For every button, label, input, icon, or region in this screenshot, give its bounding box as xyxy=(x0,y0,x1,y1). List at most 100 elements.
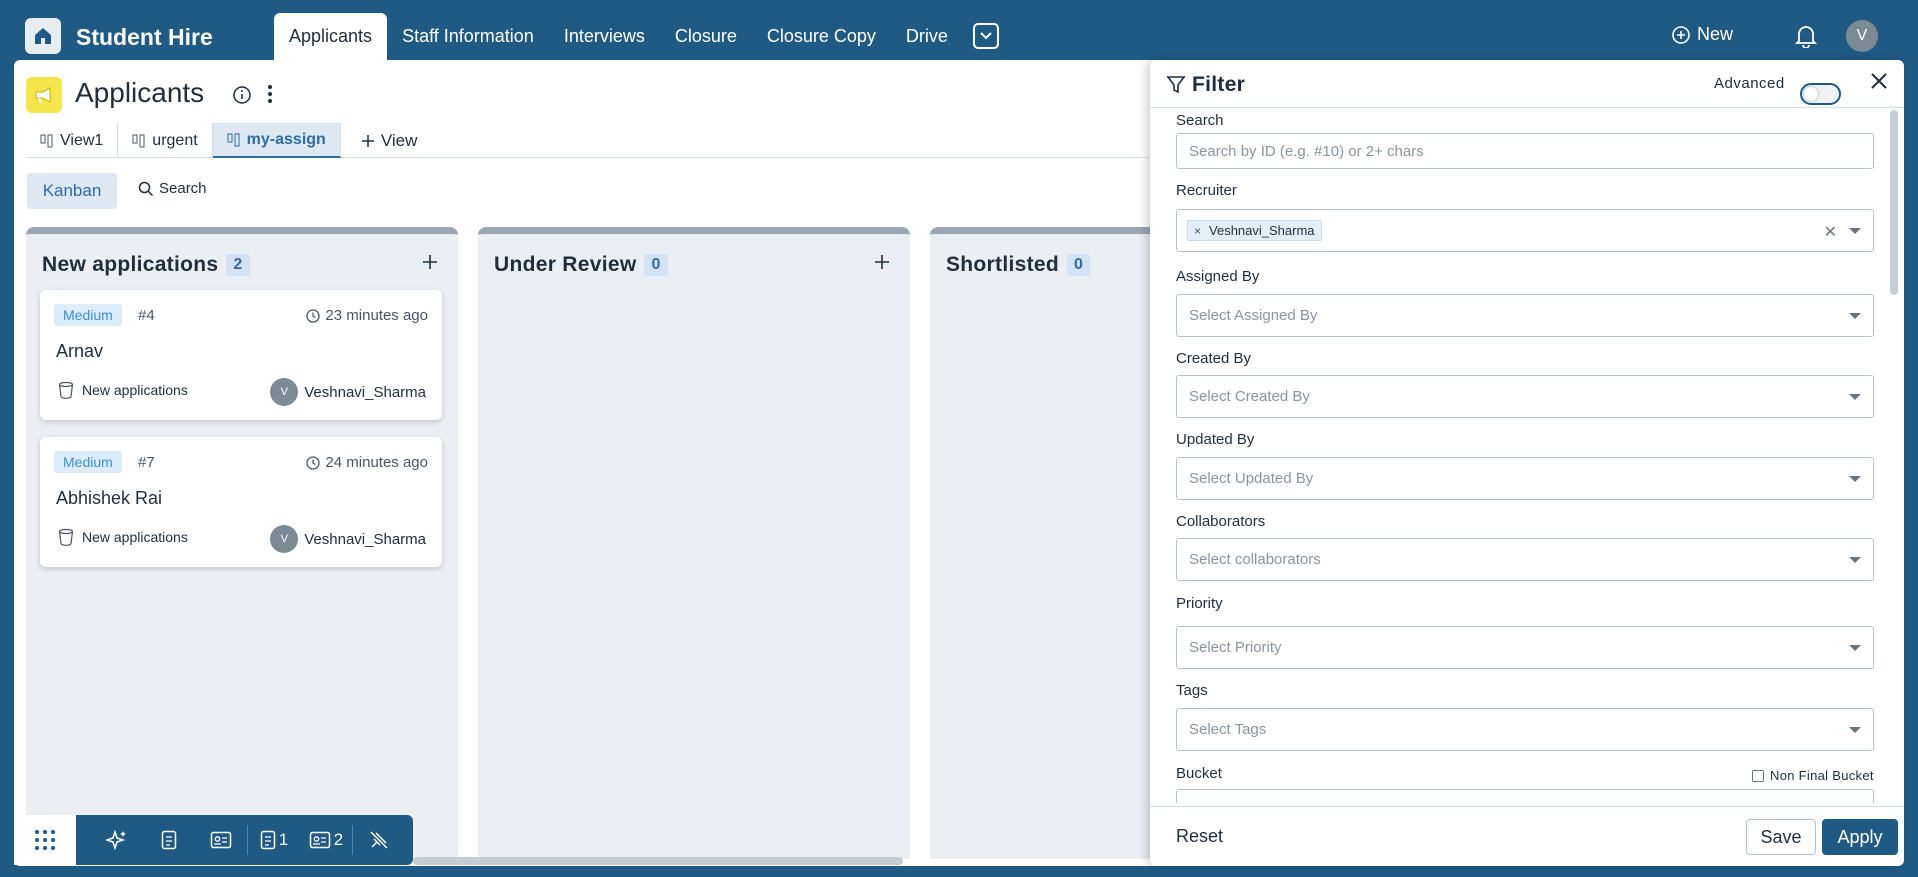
user-avatar[interactable]: V xyxy=(1846,20,1878,52)
tags-label: Tags xyxy=(1176,682,1208,699)
add-view-label: View xyxy=(380,130,418,150)
collaborators-placeholder: Select collaborators xyxy=(1189,551,1321,568)
cards-count-button[interactable]: 2 xyxy=(300,815,352,865)
view-tab-label: my-assign xyxy=(246,130,326,148)
filter-header: Filter Advanced xyxy=(1150,60,1904,108)
pin-off-icon xyxy=(370,831,388,849)
collaborators-label: Collaborators xyxy=(1176,513,1266,530)
priority-placeholder: Select Priority xyxy=(1189,639,1282,656)
card-bucket: New applications xyxy=(58,528,188,546)
assigned-by-select[interactable]: Select Assigned By xyxy=(1176,294,1874,337)
updated-by-label: Updated By xyxy=(1176,431,1255,448)
assignee-name: Veshnavi_Sharma xyxy=(304,383,426,401)
card-assignee: V Veshnavi_Sharma xyxy=(270,378,426,406)
dropdown-caret-icon xyxy=(1849,726,1861,733)
kanban-toggle-button[interactable]: Kanban xyxy=(27,173,117,209)
nav-tab-staff-information[interactable]: Staff Information xyxy=(387,13,549,60)
nav-tab-interviews[interactable]: Interviews xyxy=(549,13,660,60)
notifications-button[interactable] xyxy=(1794,24,1818,53)
dropdown-caret-icon xyxy=(1849,227,1861,234)
card-time-text: 24 minutes ago xyxy=(325,454,428,471)
more-options-icon[interactable] xyxy=(266,84,274,109)
save-button[interactable]: Save xyxy=(1746,819,1816,855)
board-search-button[interactable]: Search xyxy=(138,180,207,197)
nav-tab-applicants[interactable]: Applicants xyxy=(274,13,388,60)
documents-count-button[interactable]: 1 xyxy=(248,815,300,865)
applicants-page: Applicants View1 urgent my-assign View K… xyxy=(14,60,1158,866)
created-by-label: Created By xyxy=(1176,350,1252,367)
advanced-toggle[interactable] xyxy=(1800,83,1841,105)
apply-button[interactable]: Apply xyxy=(1822,819,1898,855)
new-button[interactable]: New xyxy=(1671,24,1733,45)
reset-button[interactable]: Reset xyxy=(1176,826,1223,847)
column-title: New applications xyxy=(42,253,219,276)
chevron-down-icon xyxy=(980,32,992,40)
add-card-button[interactable] xyxy=(874,254,890,275)
ai-sparkle-button[interactable] xyxy=(91,815,143,865)
clock-icon xyxy=(306,308,321,323)
nav-tab-closure-copy[interactable]: Closure Copy xyxy=(752,13,891,60)
filter-search-input[interactable]: Search by ID (e.g. #10) or 2+ chars xyxy=(1176,133,1874,169)
priority-select[interactable]: Select Priority xyxy=(1176,626,1874,669)
card-bucket: New applications xyxy=(58,381,188,399)
search-icon xyxy=(138,181,154,196)
priority-badge: Medium xyxy=(54,451,122,473)
clock-icon xyxy=(306,455,321,470)
recruiter-select[interactable]: × Veshnavi_Sharma ✕ xyxy=(1176,209,1874,252)
collaborators-select[interactable]: Select collaborators xyxy=(1176,538,1874,581)
tags-select[interactable]: Select Tags xyxy=(1176,708,1874,751)
document-button[interactable] xyxy=(143,815,195,865)
documents-count: 1 xyxy=(278,830,289,849)
recruiter-chip[interactable]: × Veshnavi_Sharma xyxy=(1187,220,1322,241)
column-count-badge: 0 xyxy=(1066,254,1091,276)
checkbox[interactable] xyxy=(1752,769,1764,782)
view-tab-label: View1 xyxy=(60,131,104,149)
dropdown-caret-icon xyxy=(1849,475,1861,482)
nav-tab-closure[interactable]: Closure xyxy=(660,13,752,60)
close-filter-button[interactable] xyxy=(1870,72,1888,95)
view-tab-urgent[interactable]: urgent xyxy=(118,123,213,158)
document-icon xyxy=(161,830,177,850)
nav-tab-drive[interactable]: Drive xyxy=(891,13,963,60)
applicant-card[interactable]: Medium #7 24 minutes ago Abhishek Rai Ne… xyxy=(40,437,442,567)
horizontal-scrollbar[interactable] xyxy=(413,857,903,865)
unpin-button[interactable] xyxy=(353,815,405,865)
dropdown-caret-icon xyxy=(1849,644,1861,651)
applicant-card[interactable]: Medium #4 23 minutes ago Arnav New appli… xyxy=(40,290,442,420)
bucket-icon xyxy=(58,381,74,399)
clear-selection-icon[interactable]: ✕ xyxy=(1824,222,1837,242)
add-card-button[interactable] xyxy=(422,254,438,275)
id-card-icon xyxy=(210,831,232,849)
chip-remove-icon[interactable]: × xyxy=(1194,224,1201,238)
info-icon[interactable] xyxy=(232,85,252,110)
nav-more-button[interactable] xyxy=(973,23,999,49)
plus-circle-icon xyxy=(1672,25,1690,44)
plus-icon xyxy=(361,134,374,147)
megaphone-icon xyxy=(26,77,62,113)
add-view-button[interactable]: View xyxy=(341,123,438,158)
search-field-label: Search xyxy=(1176,112,1224,129)
contact-card-button[interactable] xyxy=(195,815,247,865)
non-final-bucket-checkbox[interactable]: Non Final Bucket xyxy=(1752,768,1874,783)
view-tab-my-assign[interactable]: my-assign xyxy=(212,123,341,158)
dropdown-caret-icon xyxy=(1849,556,1861,563)
sparkle-icon xyxy=(106,829,126,851)
view-tab-view1[interactable]: View1 xyxy=(26,123,119,158)
board-search-label: Search xyxy=(159,180,207,197)
home-button[interactable] xyxy=(25,18,61,54)
kanban-view-icon xyxy=(132,134,145,147)
cards-count: 2 xyxy=(333,830,344,849)
updated-by-select[interactable]: Select Updated By xyxy=(1176,457,1874,500)
apps-grid-button[interactable] xyxy=(14,815,76,865)
view-tab-label: urgent xyxy=(152,131,198,149)
priority-label: Priority xyxy=(1176,595,1223,612)
created-by-select[interactable]: Select Created By xyxy=(1176,375,1874,418)
column-count-badge: 0 xyxy=(644,254,668,276)
bucket-select[interactable] xyxy=(1176,789,1874,803)
kanban-view-icon xyxy=(40,134,53,147)
toggle-knob xyxy=(1804,87,1818,101)
column-count-badge: 2 xyxy=(226,254,250,276)
bell-icon xyxy=(1794,26,1818,49)
filter-scrollbar[interactable] xyxy=(1890,110,1898,295)
close-icon xyxy=(1871,73,1887,89)
